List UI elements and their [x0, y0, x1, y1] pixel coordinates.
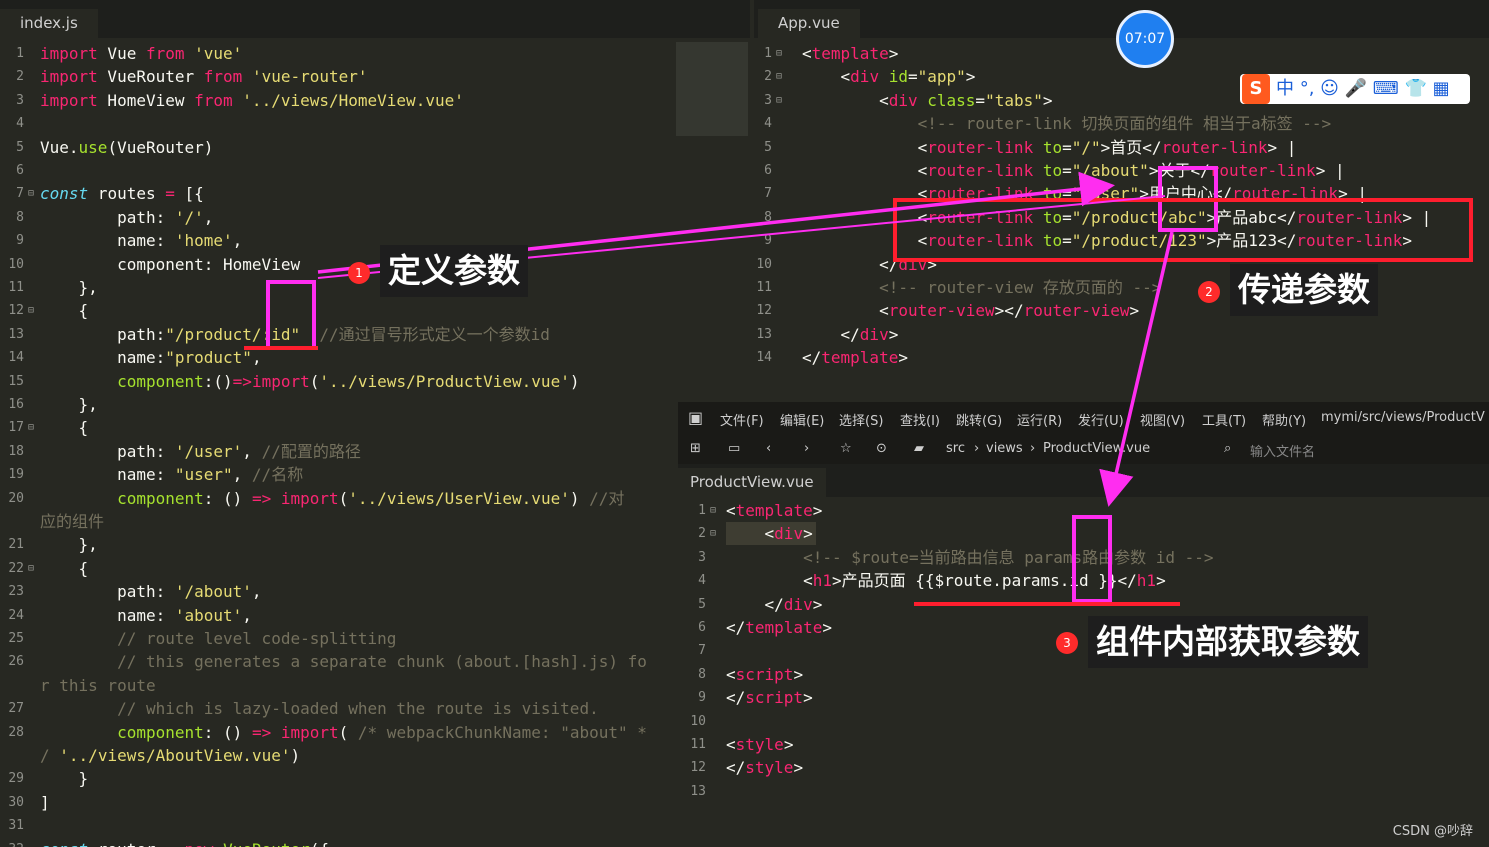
annotation-arrows — [317, 171, 1174, 507]
label-get-params: 组件内部获取参数 — [1088, 616, 1368, 668]
step-2-badge: 2 — [1198, 281, 1220, 303]
step-3-badge: 3 — [1056, 632, 1078, 654]
label-define-params: 定义参数 — [380, 245, 528, 297]
watermark: CSDN @吵辞 — [1392, 824, 1473, 839]
arrow-pass-to-get — [1099, 231, 1174, 507]
step-1-badge: 1 — [348, 262, 370, 284]
label-pass-params: 传递参数 — [1230, 264, 1378, 316]
